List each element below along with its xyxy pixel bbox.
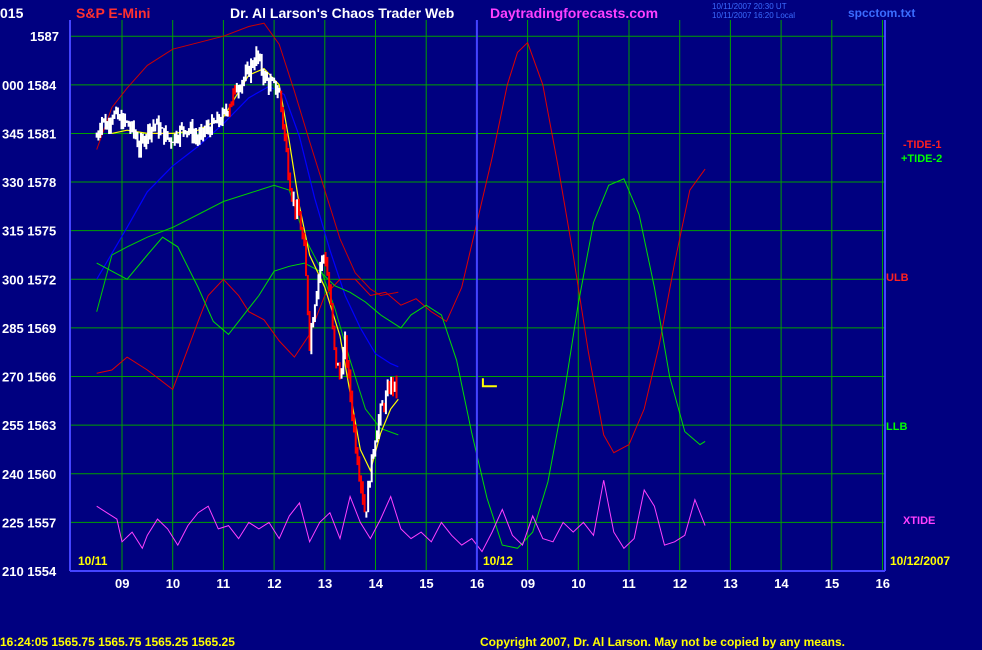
y-tick-label: 300 1572: [2, 272, 56, 287]
y-tick-label: 000 1584: [2, 78, 57, 93]
x-tick-label: 09: [521, 576, 535, 591]
y-tick-label: 285 1569: [2, 321, 56, 336]
ulb-label: ULB: [886, 272, 909, 284]
site-link[interactable]: Daytradingforecasts.com: [490, 5, 658, 21]
price-bars: [95, 46, 398, 518]
data-file-name: spcctom.txt: [848, 6, 915, 20]
date-label-end: 10/12/2007: [890, 554, 950, 568]
y-tick-label: 330 1578: [2, 175, 56, 190]
y-tick-label: 345 1581: [2, 126, 56, 141]
date-label-start: 10/11: [78, 554, 108, 568]
llb-label: LLB: [886, 421, 907, 433]
y-tick-label: 210 1554: [2, 564, 57, 579]
x-tick-label: 11: [622, 576, 636, 591]
chart-axes: 1587 000 1584 345 1581 330 1578 315 1575 300 …: [2, 20, 890, 591]
x-tick-label: 12: [267, 576, 281, 591]
tide1-line: [96, 41, 706, 454]
chaos-trader-chart: 1587 000 1584 345 1581 330 1578 315 1575 300 …: [0, 2, 950, 649]
quote-line: 16:24:05 1565.75 1565.75 1565.25 1565.25: [0, 635, 235, 649]
y-tick-label: 1587: [30, 29, 59, 44]
tide1-label: -TIDE-1: [903, 139, 942, 151]
x-tick-label: 10: [166, 576, 180, 591]
x-tick-label: 12: [673, 576, 687, 591]
x-tick-label: 15: [419, 576, 433, 591]
x-tick-label: 14: [774, 576, 789, 591]
slow-ma-line: [96, 85, 399, 368]
x-tick-label: 10: [571, 576, 585, 591]
timestamp-ut: 10/11/2007 20:30 UT: [712, 2, 787, 11]
y-tick-label: 270 1566: [2, 370, 56, 385]
y-label-top-left: 015: [0, 5, 24, 21]
x-tick-label: 13: [318, 576, 332, 591]
chart-series: [96, 22, 706, 553]
date-label-mid: 10/12: [483, 554, 513, 568]
x-tick-label: 13: [723, 576, 737, 591]
x-tick-label: 11: [216, 576, 230, 591]
x-tick-label: 09: [115, 576, 129, 591]
y-tick-label: 240 1560: [2, 467, 56, 482]
copyright-notice: Copyright 2007, Dr. Al Larson. May not b…: [480, 635, 845, 649]
xtide-line: [96, 480, 706, 553]
l-marker: [481, 378, 497, 388]
x-tick-label: 16: [876, 576, 890, 591]
y-tick-label: 225 1557: [2, 515, 56, 530]
tide2-label: +TIDE-2: [901, 153, 942, 165]
x-tick-label: 16: [470, 576, 484, 591]
chart-title: Dr. Al Larson's Chaos Trader Web: [230, 5, 454, 21]
y-tick-label: 255 1563: [2, 418, 56, 433]
x-tick-label: 14: [369, 576, 384, 591]
x-tick-label: 15: [825, 576, 839, 591]
xtide-label: XTIDE: [903, 515, 935, 527]
timestamp-local: 10/11/2007 16:20 Local: [712, 11, 795, 20]
y-tick-label: 315 1575: [2, 224, 56, 239]
instrument-label: S&P E-Mini: [76, 5, 150, 21]
tide2-line: [96, 178, 706, 549]
